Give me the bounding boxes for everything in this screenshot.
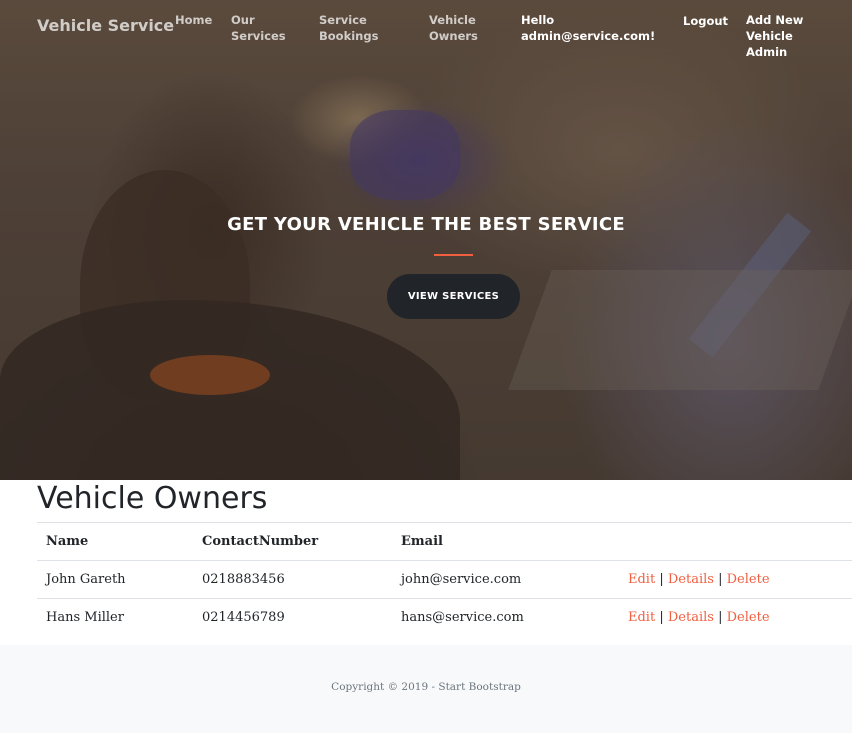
table-header-row: Name ContactNumber Email: [37, 522, 852, 561]
delete-link[interactable]: Delete: [727, 610, 770, 625]
column-header-actions: [619, 522, 852, 561]
details-link[interactable]: Details: [668, 572, 714, 587]
action-separator: |: [659, 572, 664, 587]
edit-link[interactable]: Edit: [628, 610, 655, 625]
action-separator: |: [718, 572, 723, 587]
action-separator: |: [718, 610, 723, 625]
footer: Copyright © 2019 - Start Bootstrap: [0, 645, 852, 733]
column-header-email: Email: [392, 522, 619, 561]
view-services-button[interactable]: VIEW SERVICES: [387, 274, 520, 319]
column-header-contact: ContactNumber: [193, 522, 392, 561]
owner-contact: 0218883456: [193, 560, 392, 599]
owner-name: Hans Miller: [37, 598, 193, 636]
action-separator: |: [659, 610, 664, 625]
hero-heading: GET YOUR VEHICLE THE BEST SERVICE: [227, 214, 625, 235]
table-row: Hans Miller 0214456789 hans@service.com …: [37, 598, 852, 636]
vehicle-owners-table: Name ContactNumber Email John Gareth 021…: [37, 522, 852, 636]
column-header-name: Name: [37, 522, 193, 561]
owner-contact: 0214456789: [193, 598, 392, 636]
delete-link[interactable]: Delete: [727, 572, 770, 587]
hero-content: GET YOUR VEHICLE THE BEST SERVICE VIEW S…: [0, 0, 852, 480]
owner-email: hans@service.com: [392, 598, 619, 636]
hero-divider: [434, 254, 473, 256]
copyright-text: Copyright © 2019 - Start Bootstrap: [331, 681, 521, 693]
table-row: John Gareth 0218883456 john@service.com …: [37, 560, 852, 599]
owner-email: john@service.com: [392, 560, 619, 599]
hero-section: Vehicle Service Home Our Services Servic…: [0, 0, 852, 480]
page-title: Vehicle Owners: [37, 481, 268, 516]
row-actions: Edit | Details | Delete: [619, 598, 852, 636]
details-link[interactable]: Details: [668, 610, 714, 625]
main-content: Vehicle Owners Name ContactNumber Email …: [0, 480, 852, 645]
owner-name: John Gareth: [37, 560, 193, 599]
edit-link[interactable]: Edit: [628, 572, 655, 587]
row-actions: Edit | Details | Delete: [619, 560, 852, 599]
